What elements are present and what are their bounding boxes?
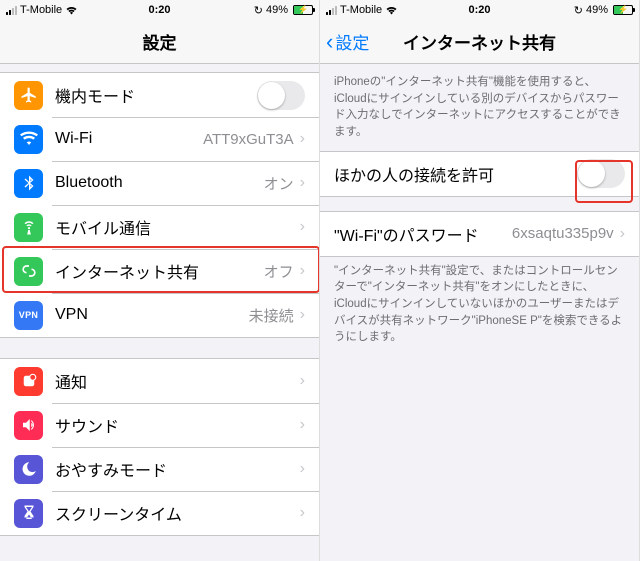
battery-pct: 49% xyxy=(586,4,608,16)
chevron-right-icon: › xyxy=(300,306,305,324)
chevron-right-icon: › xyxy=(620,225,625,243)
allow-others-cell[interactable]: ほかの人の接続を許可 xyxy=(320,152,639,196)
settings-group-notifications: 通知 › サウンド › おやすみモード › スクリーンタイム › xyxy=(0,358,319,536)
recharge-icon: ↻ xyxy=(574,4,583,17)
notifications-icon xyxy=(14,367,43,396)
chevron-right-icon: › xyxy=(300,174,305,192)
vpn-label: VPN xyxy=(55,306,249,324)
intro-text: iPhoneの"インターネット共有"機能を使用すると、iCloudにサインインし… xyxy=(320,64,639,141)
battery-pct: 49% xyxy=(266,4,288,16)
wifi-password-label: "Wi-Fi"のパスワード xyxy=(334,222,512,246)
hotspot-icon xyxy=(14,257,43,286)
wifi-status-icon xyxy=(385,5,398,15)
chevron-right-icon: › xyxy=(300,130,305,148)
allow-others-toggle[interactable] xyxy=(577,159,625,188)
vpn-value: 未接続 xyxy=(249,305,294,326)
signal-icon xyxy=(6,6,17,15)
nav-bar: 設定 xyxy=(0,20,319,64)
wifi-icon xyxy=(14,125,43,154)
airplane-icon xyxy=(14,81,43,110)
wifi-cell[interactable]: Wi-Fi ATT9xGuT3A › xyxy=(0,117,319,161)
chevron-right-icon: › xyxy=(300,372,305,390)
page-title: 設定 xyxy=(0,29,319,54)
nav-bar: ‹ 設定 インターネット共有 xyxy=(320,20,639,64)
hotspot-value: オフ xyxy=(264,261,294,282)
cellular-cell[interactable]: モバイル通信 › xyxy=(0,205,319,249)
hotspot-label: インターネット共有 xyxy=(55,259,264,283)
carrier-label: T-Mobile xyxy=(20,4,62,16)
dnd-cell[interactable]: おやすみモード › xyxy=(0,447,319,491)
personal-hotspot-cell[interactable]: インターネット共有 オフ › xyxy=(0,249,319,293)
airplane-mode-label: 機内モード xyxy=(55,83,257,107)
notifications-cell[interactable]: 通知 › xyxy=(0,359,319,403)
back-button[interactable]: ‹ 設定 xyxy=(320,29,375,54)
moon-icon xyxy=(14,455,43,484)
clock: 0:20 xyxy=(468,4,490,16)
vpn-cell[interactable]: VPN VPN 未接続 › xyxy=(0,293,319,337)
chevron-right-icon: › xyxy=(300,504,305,522)
wifi-value: ATT9xGuT3A xyxy=(203,131,294,148)
back-label: 設定 xyxy=(335,29,369,54)
bluetooth-cell[interactable]: Bluetooth オン › xyxy=(0,161,319,205)
sounds-cell[interactable]: サウンド › xyxy=(0,403,319,447)
signal-icon xyxy=(326,6,337,15)
airplane-mode-toggle[interactable] xyxy=(257,81,305,110)
clock: 0:20 xyxy=(148,4,170,16)
allow-others-label: ほかの人の接続を許可 xyxy=(334,162,577,186)
hourglass-icon xyxy=(14,499,43,528)
wifi-status-icon xyxy=(65,5,78,15)
chevron-right-icon: › xyxy=(300,460,305,478)
bluetooth-icon xyxy=(14,169,43,198)
status-bar: T-Mobile 0:20 ↻ 49% ⚡ xyxy=(320,0,639,20)
bluetooth-label: Bluetooth xyxy=(55,174,264,192)
hotspot-pane: T-Mobile 0:20 ↻ 49% ⚡ ‹ 設定 インターネット共有 iPh… xyxy=(320,0,640,561)
wifi-label: Wi-Fi xyxy=(55,130,203,148)
chevron-right-icon: › xyxy=(300,218,305,236)
sounds-label: サウンド xyxy=(55,413,300,437)
notifications-label: 通知 xyxy=(55,369,300,393)
wifi-password-value: 6xsaqtu335p9v xyxy=(512,225,614,242)
cellular-label: モバイル通信 xyxy=(55,215,300,239)
chevron-right-icon: › xyxy=(300,262,305,280)
chevron-right-icon: › xyxy=(300,416,305,434)
settings-pane: T-Mobile 0:20 ↻ 49% ⚡ 設定 機内モード Wi-Fi xyxy=(0,0,320,561)
carrier-label: T-Mobile xyxy=(340,4,382,16)
airplane-mode-cell[interactable]: 機内モード xyxy=(0,73,319,117)
recharge-icon: ↻ xyxy=(254,4,263,17)
footer-text: "インターネット共有"設定で、またはコントロールセンターで"インターネット共有"… xyxy=(320,257,639,346)
screentime-label: スクリーンタイム xyxy=(55,501,300,525)
settings-group-connectivity: 機内モード Wi-Fi ATT9xGuT3A › Bluetooth オン › … xyxy=(0,72,319,338)
status-bar: T-Mobile 0:20 ↻ 49% ⚡ xyxy=(0,0,319,20)
cellular-icon xyxy=(14,213,43,242)
battery-icon: ⚡ xyxy=(613,5,633,15)
battery-icon: ⚡ xyxy=(293,5,313,15)
chevron-left-icon: ‹ xyxy=(326,31,333,53)
dnd-label: おやすみモード xyxy=(55,457,300,481)
screentime-cell[interactable]: スクリーンタイム › xyxy=(0,491,319,535)
wifi-password-group: "Wi-Fi"のパスワード 6xsaqtu335p9v › xyxy=(320,211,639,257)
sounds-icon xyxy=(14,411,43,440)
bluetooth-value: オン xyxy=(264,173,294,194)
wifi-password-cell[interactable]: "Wi-Fi"のパスワード 6xsaqtu335p9v › xyxy=(320,212,639,256)
vpn-icon: VPN xyxy=(14,301,43,330)
allow-others-group: ほかの人の接続を許可 xyxy=(320,151,639,197)
